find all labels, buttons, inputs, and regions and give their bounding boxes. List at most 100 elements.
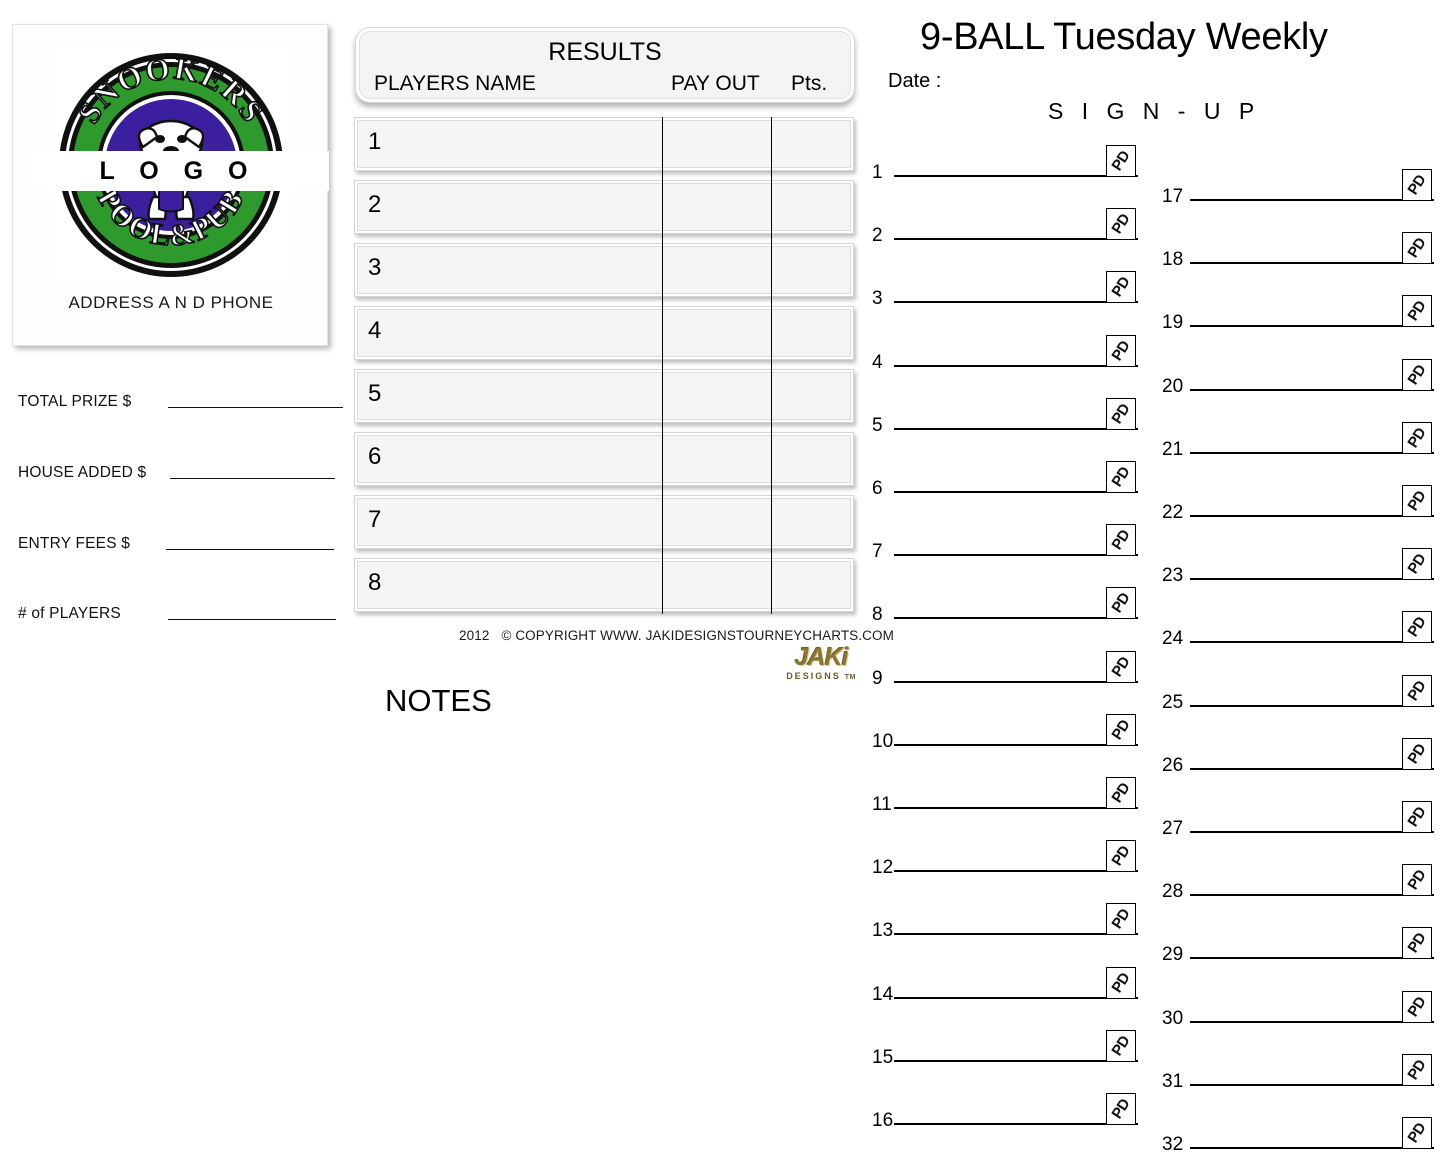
signup-row: 9 PD — [872, 639, 1138, 689]
signup-row: 13 PD — [872, 891, 1138, 941]
field-house-added-input[interactable] — [170, 478, 335, 479]
paid-checkbox[interactable]: PD — [1106, 777, 1136, 809]
paid-checkbox[interactable]: PD — [1402, 990, 1432, 1023]
signup-name-input[interactable] — [1190, 641, 1434, 644]
signup-row: 2 PD — [872, 196, 1138, 246]
paid-checkbox[interactable]: PD — [1402, 737, 1432, 770]
signup-name-input[interactable] — [894, 491, 1138, 493]
signup-name-input[interactable] — [894, 807, 1138, 809]
signup-name-input[interactable] — [894, 743, 1138, 746]
paid-checkbox[interactable]: PD — [1106, 271, 1136, 304]
paid-checkbox[interactable]: PD — [1106, 840, 1136, 873]
paid-checkbox[interactable]: PD — [1106, 145, 1136, 177]
signup-name-input[interactable] — [1190, 578, 1434, 581]
paid-checkbox[interactable]: PD — [1402, 1117, 1432, 1149]
paid-checkbox[interactable]: PD — [1402, 864, 1432, 897]
paid-checkbox[interactable]: PD — [1402, 295, 1432, 328]
paid-mark-label: PD — [1404, 614, 1430, 641]
signup-name-input[interactable] — [894, 933, 1138, 936]
signup-name-input[interactable] — [894, 1059, 1138, 1062]
paid-checkbox[interactable]: PD — [1402, 232, 1432, 265]
signup-row-number: 2 — [872, 225, 883, 247]
signup-name-input[interactable] — [1190, 767, 1434, 770]
paid-checkbox[interactable]: PD — [1106, 524, 1136, 557]
paid-checkbox[interactable]: PD — [1106, 1029, 1136, 1062]
signup-row-number: 27 — [1162, 818, 1184, 839]
signup-name-input[interactable] — [894, 996, 1138, 999]
paid-checkbox[interactable]: PD — [1402, 358, 1432, 391]
notes-label: NOTES — [385, 683, 492, 718]
results-column-pay-out: PAY OUT — [671, 72, 760, 95]
result-place-number: 7 — [368, 506, 382, 533]
table-row[interactable]: 2 — [354, 180, 854, 234]
signup-name-input[interactable] — [1190, 262, 1434, 265]
table-row[interactable]: 4 — [354, 306, 854, 360]
signup-section-label: S I G N - U P — [1048, 98, 1261, 124]
paid-checkbox[interactable]: PD — [1402, 1053, 1432, 1086]
signup-row-number: 31 — [1162, 1070, 1184, 1092]
table-row[interactable]: 8 — [354, 558, 854, 612]
signup-name-input[interactable] — [1190, 957, 1434, 960]
signup-name-input[interactable] — [894, 680, 1138, 683]
paid-checkbox[interactable]: PD — [1106, 397, 1136, 430]
jaki-brand-sub: DESIGNS TM — [782, 671, 860, 681]
signup-row-number: 26 — [1162, 754, 1184, 776]
signup-name-input[interactable] — [1190, 704, 1434, 707]
signup-name-input[interactable] — [1190, 1083, 1434, 1086]
signup-row-number: 7 — [872, 541, 883, 563]
paid-checkbox[interactable]: PD — [1402, 611, 1432, 644]
signup-name-input[interactable] — [894, 364, 1138, 367]
paid-checkbox[interactable]: PD — [1402, 674, 1432, 707]
field-entry-fees: ENTRY FEES $ — [18, 527, 334, 553]
paid-checkbox[interactable]: PD — [1106, 334, 1136, 367]
signup-name-input[interactable] — [1190, 388, 1434, 391]
signup-name-input[interactable] — [894, 301, 1138, 304]
paid-checkbox[interactable]: PD — [1106, 966, 1136, 999]
signup-name-input[interactable] — [894, 175, 1138, 177]
table-row[interactable]: 6 — [354, 432, 854, 486]
signup-name-input[interactable] — [894, 427, 1138, 430]
paid-checkbox[interactable]: PD — [1106, 461, 1136, 493]
signup-name-input[interactable] — [1190, 1147, 1434, 1149]
signup-name-input[interactable] — [1190, 515, 1434, 517]
paid-mark-label: PD — [1404, 1120, 1430, 1146]
signup-name-input[interactable] — [894, 870, 1138, 873]
field-entry-fees-input[interactable] — [166, 549, 334, 550]
paid-mark-label: PD — [1108, 969, 1134, 996]
field-total-prize-label: TOTAL PRIZE $ — [18, 393, 132, 410]
paid-checkbox[interactable]: PD — [1402, 927, 1432, 960]
signup-name-input[interactable] — [894, 238, 1138, 241]
signup-name-input[interactable] — [1190, 451, 1434, 454]
table-row[interactable]: 5 — [354, 369, 854, 423]
paid-checkbox[interactable]: PD — [1402, 169, 1432, 201]
paid-checkbox[interactable]: PD — [1106, 713, 1136, 746]
signup-name-input[interactable] — [1190, 831, 1434, 833]
signup-name-input[interactable] — [894, 617, 1138, 620]
paid-checkbox[interactable]: PD — [1106, 587, 1136, 620]
signup-name-input[interactable] — [1190, 894, 1434, 897]
paid-checkbox[interactable]: PD — [1402, 421, 1432, 454]
signup-name-input[interactable] — [894, 554, 1138, 557]
table-row[interactable]: 7 — [354, 495, 854, 549]
jaki-brand-mark: JAKi — [794, 643, 849, 671]
field-total-prize-input[interactable] — [168, 407, 343, 408]
signup-name-input[interactable] — [1190, 1020, 1434, 1023]
signup-name-input[interactable] — [1190, 199, 1434, 201]
signup-row: 30 PD — [1162, 979, 1434, 1029]
paid-mark-label: PD — [1404, 677, 1430, 704]
signup-row-number: 16 — [872, 1110, 894, 1131]
paid-checkbox[interactable]: PD — [1106, 1093, 1136, 1125]
signup-row: 3 PD — [872, 259, 1138, 309]
table-row[interactable]: 3 — [354, 243, 854, 297]
signup-name-input[interactable] — [894, 1123, 1138, 1125]
paid-checkbox[interactable]: PD — [1106, 208, 1136, 241]
signup-name-input[interactable] — [1190, 325, 1434, 328]
paid-checkbox[interactable]: PD — [1106, 650, 1136, 683]
paid-checkbox[interactable]: PD — [1402, 548, 1432, 581]
table-row[interactable]: 1 — [354, 117, 854, 171]
paid-mark-label: PD — [1404, 488, 1430, 514]
paid-checkbox[interactable]: PD — [1402, 801, 1432, 833]
paid-checkbox[interactable]: PD — [1402, 485, 1432, 517]
paid-checkbox[interactable]: PD — [1106, 903, 1136, 936]
field-num-players-input[interactable] — [168, 619, 336, 620]
